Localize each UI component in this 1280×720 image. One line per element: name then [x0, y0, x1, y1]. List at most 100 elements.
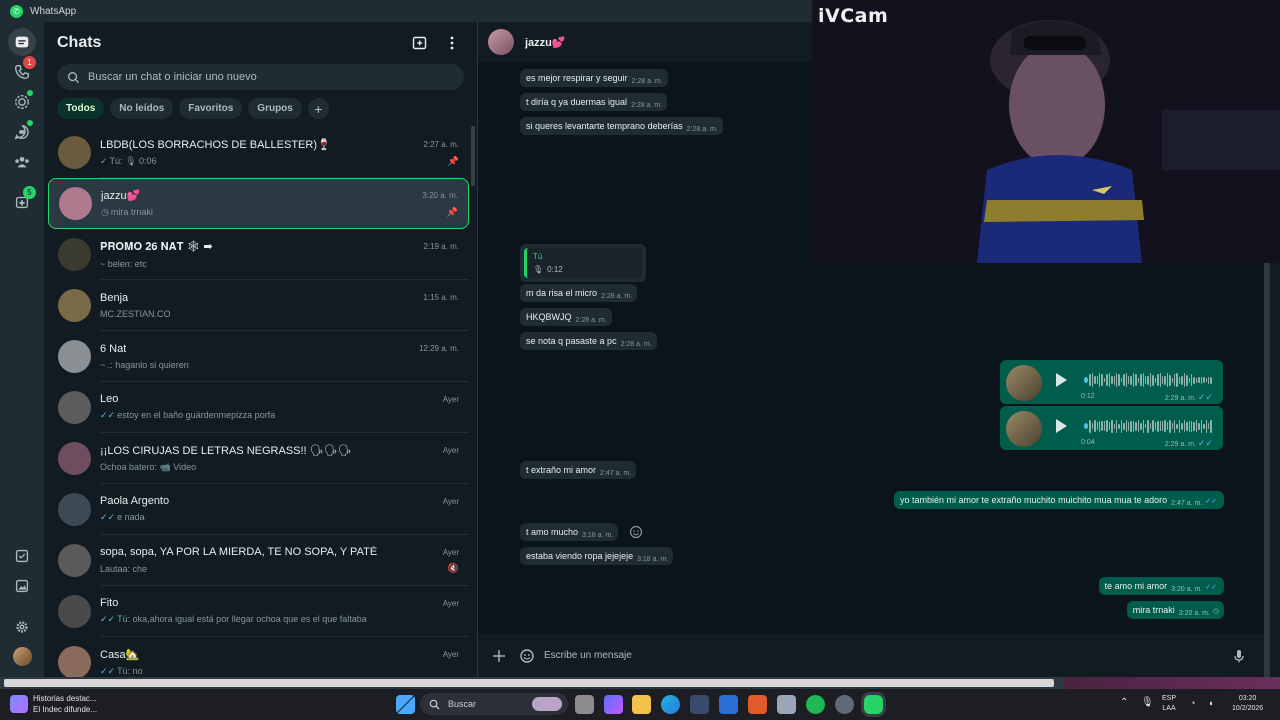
chat-avatar[interactable]	[58, 136, 91, 169]
store-icon[interactable]	[690, 695, 709, 714]
message-out[interactable]: yo también mi amor te extraño muchito mu…	[894, 491, 1224, 509]
calls-nav-icon[interactable]: 1	[8, 56, 36, 86]
message-in[interactable]: HKQBWJQ 2:28 a. m.	[520, 308, 612, 326]
scrollbar-thumb[interactable]	[4, 679, 1054, 687]
edge-icon[interactable]	[661, 695, 680, 714]
message-in[interactable]: si queres levantarte temprano deberías 2:…	[520, 117, 723, 135]
media-nav-icon[interactable]	[8, 572, 36, 600]
message-input[interactable]	[544, 641, 1228, 670]
contact-avatar[interactable]	[488, 29, 514, 55]
ivcam-preview-window[interactable]: iVCam	[812, 0, 1280, 263]
message-in[interactable]: t extraño mi amor 2:47 a. m.	[520, 461, 637, 479]
search-input[interactable]	[88, 71, 454, 83]
whatsapp-taskbar-icon[interactable]	[864, 695, 883, 714]
voice-waveform[interactable]	[1084, 418, 1212, 434]
chat-avatar[interactable]	[58, 238, 91, 271]
chat-row[interactable]: 𝐏𝐑𝐎𝐌𝐎 𝟐𝟔 𝐍𝐀𝐓 🕸 ➡ 2:19 a. m. ~ belen: etc	[48, 229, 469, 280]
clock[interactable]: 03:20 10/2/2026	[1232, 694, 1263, 714]
chat-avatar[interactable]	[58, 544, 91, 577]
chat-avatar[interactable]	[58, 391, 91, 424]
chat-row[interactable]: Benja 1:15 a. m. MC.ZESTIAN.CO	[48, 280, 469, 331]
tray-mic-icon[interactable]: 🎙	[1141, 698, 1154, 708]
window-scrollbar[interactable]	[1264, 262, 1270, 677]
contact-name[interactable]: jazzu💕	[525, 36, 566, 49]
tray-chevron-icon[interactable]: ⌃	[1120, 698, 1128, 708]
react-emoji-icon[interactable]	[629, 525, 643, 539]
mail-icon[interactable]	[719, 695, 738, 714]
waveform-bar	[1183, 420, 1186, 432]
filter-favoritos[interactable]: Favoritos	[179, 98, 243, 119]
chat-row[interactable]: LBDB(LOS BORRACHOS DE BALLESTER)🍷 2:27 a…	[48, 127, 469, 178]
language-indicator[interactable]: ESP LAA	[1162, 694, 1176, 714]
steam-icon[interactable]	[835, 695, 854, 714]
channels-nav-icon[interactable]	[8, 118, 36, 146]
chat-avatar[interactable]	[58, 595, 91, 628]
chat-row[interactable]: jazzu💕 3:20 a. m. ◷ mira trnaki 📌	[48, 178, 469, 229]
window-title: WhatsApp	[30, 5, 77, 17]
menu-kebab-icon[interactable]	[440, 31, 464, 55]
voice-note[interactable]: 0:04 2:29 a. m. ✓✓	[1000, 406, 1223, 450]
chat-avatar[interactable]	[58, 289, 91, 322]
communities-nav-icon[interactable]	[8, 148, 36, 176]
pin-icon[interactable]: 📌	[447, 207, 458, 218]
chat-row[interactable]: Fito Ayer ✓✓ Tú: oka,ahora igual está por…	[48, 586, 469, 637]
news-widget[interactable]: Historias destac... El Indec difunde...	[10, 693, 97, 715]
chat-row[interactable]: Casa🏡 Ayer ✓✓ Tú: no	[48, 637, 469, 677]
message-out[interactable]: mira trnaki 3:20 a. m. ◷	[1126, 601, 1224, 619]
chat-row[interactable]: ¡¡LOS CIRUJAS DE LETRAS NEGRASS!! 🗣🗣🗣 Ay…	[48, 433, 469, 484]
voice-note[interactable]: 0:12 2:29 a. m. ✓✓	[1000, 360, 1223, 404]
chat-avatar[interactable]	[59, 187, 92, 220]
chat-avatar[interactable]	[58, 493, 91, 526]
task-view-icon[interactable]	[575, 695, 594, 714]
chats-nav-icon[interactable]	[8, 28, 36, 56]
reply-quote[interactable]: Tú 🎙 0:12	[524, 248, 642, 278]
filter-todos[interactable]: Todos	[57, 98, 105, 119]
microphone-icon[interactable]	[1228, 645, 1250, 667]
wifi-icon[interactable]: ◔	[1190, 698, 1195, 708]
message-in[interactable]: estaba viendo ropa jejejeje 3:18 a. m.	[520, 547, 674, 565]
profile-avatar[interactable]	[8, 642, 36, 670]
waveform-bar	[1207, 423, 1210, 429]
waveform-bar	[1106, 374, 1108, 386]
message-in[interactable]: se nota q pasaste a pc 2:28 a. m.	[520, 332, 657, 350]
voice-waveform[interactable]	[1084, 372, 1212, 388]
scroll-arrow-icon[interactable]: ▼	[1052, 679, 1059, 686]
brave-icon[interactable]	[748, 695, 767, 714]
taskbar-search[interactable]: Buscar	[420, 693, 568, 715]
filter-grupos[interactable]: Grupos	[248, 98, 302, 119]
chat-avatar[interactable]	[58, 646, 91, 677]
file-explorer-icon[interactable]	[632, 695, 651, 714]
app-icon[interactable]	[777, 695, 796, 714]
chat-avatar[interactable]	[58, 340, 91, 373]
chat-row[interactable]: 6 Nat 12:29 a. m. ~ .: haganlo si quiere…	[48, 331, 469, 382]
message-in[interactable]: es mejor respirar y seguir 2:28 a. m.	[520, 69, 668, 87]
play-icon[interactable]	[1056, 419, 1067, 433]
copilot-icon[interactable]	[604, 695, 623, 714]
pin-icon[interactable]: 📌	[448, 156, 459, 167]
sticker-emoji-icon[interactable]	[516, 645, 538, 667]
new-chat-icon[interactable]	[408, 31, 432, 55]
starred-nav-icon[interactable]	[8, 542, 36, 570]
volume-icon[interactable]: ◖	[1208, 698, 1213, 708]
chat-row[interactable]: Paola Argento Ayer ✓✓ e nada	[48, 484, 469, 535]
message-in[interactable]: m da risa el micro 2:28 a. m.	[520, 284, 638, 302]
add-filter-button[interactable]: +	[307, 98, 329, 119]
meta-ai-nav-icon[interactable]: 5	[8, 186, 36, 216]
filter-no-leidos[interactable]: No leídos	[110, 98, 174, 119]
status-nav-icon[interactable]	[8, 88, 36, 116]
message-out[interactable]: te amo mi amor 3:20 a. m. ✓✓	[1098, 577, 1224, 595]
attach-plus-icon[interactable]	[488, 645, 510, 667]
play-icon[interactable]	[1056, 373, 1067, 387]
voice-duration: 0:12	[1081, 393, 1095, 400]
horizontal-scrollbar[interactable]: ▼	[0, 677, 1280, 689]
message-in[interactable]: t diría q ya duermas igual 2:28 a. m.	[520, 93, 668, 111]
reply-quote-bubble[interactable]: Tú 🎙 0:12	[520, 244, 646, 282]
chat-row[interactable]: sopa, sopa, YA POR LA MIERDA, TE NO SOPA…	[48, 535, 469, 586]
chat-row[interactable]: Leo Ayer ✓✓ estoy en el baño guárdenmepiz…	[48, 382, 469, 433]
message-in[interactable]: t amo mucho 3:18 a. m.	[520, 523, 619, 541]
chat-list-scrollbar[interactable]	[471, 126, 475, 186]
chat-avatar[interactable]	[58, 442, 91, 475]
spotify-icon[interactable]	[806, 695, 825, 714]
settings-gear-icon[interactable]	[8, 613, 36, 641]
windows-start-icon[interactable]	[396, 695, 415, 714]
